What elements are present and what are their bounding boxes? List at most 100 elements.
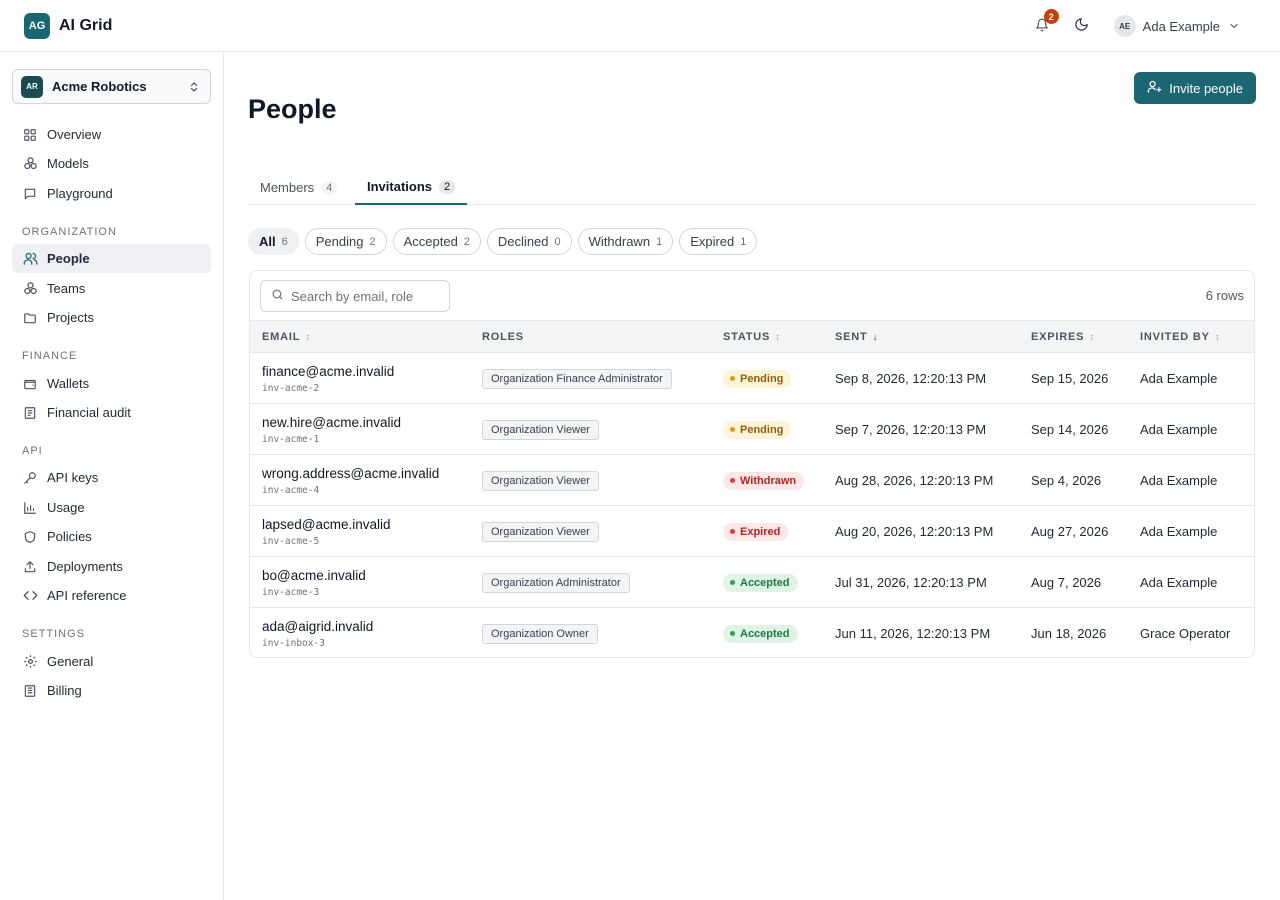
roles-cell: Organization Owner [482, 608, 598, 657]
org-switcher[interactable]: AR Acme Robotics [12, 69, 211, 104]
status-label: Pending [740, 372, 784, 385]
sidebar-item-people[interactable]: People [12, 244, 211, 273]
invite-email: finance@acme.invalid [262, 363, 395, 379]
table-row[interactable]: bo@acme.invalid inv-acme-3 Organization Ad… [250, 557, 1254, 608]
notification-count-badge: 2 [1043, 9, 1059, 24]
notifications-button[interactable]: 2 [1032, 9, 1059, 36]
nav-section-organization: ORGANIZATION [22, 226, 117, 238]
sidebar-item-usage[interactable]: Usage [12, 493, 211, 522]
filter-all[interactable]: All 6 [248, 228, 299, 255]
column-label: INVITED BY [1140, 331, 1210, 343]
column-label: STATUS [723, 331, 771, 343]
table-row[interactable]: new.hire@acme.invalid inv-acme-1 Organizat… [250, 404, 1254, 455]
filter-count: 2 [463, 235, 470, 248]
tab-label: Invitations [367, 179, 433, 194]
filter-pending[interactable]: Pending 2 [304, 228, 387, 255]
tab-invitations[interactable]: Invitations 2 [355, 170, 468, 205]
sort-icon: ↕ [775, 331, 781, 343]
sidebar-item-financial-audit[interactable]: Financial audit [12, 398, 211, 427]
sidebar-item-teams[interactable]: Teams [12, 274, 211, 303]
sidebar-item-label: Wallets [47, 376, 90, 391]
filter-declined[interactable]: Declined 0 [486, 228, 572, 255]
grid-icon [22, 127, 38, 143]
chat-icon [22, 186, 38, 202]
column-header-expires[interactable]: EXPIRES ↕ [1031, 321, 1095, 353]
models-icon [22, 156, 38, 172]
search-input[interactable] [291, 288, 441, 304]
tab-label: Members [260, 180, 315, 195]
tab-members[interactable]: Members 4 [248, 170, 349, 205]
status-dot [730, 580, 735, 585]
sidebar-item-label: Policies [47, 529, 92, 544]
status-dot [730, 631, 735, 636]
role-tag: Organization Owner [482, 623, 598, 644]
status-label: Accepted [740, 627, 790, 640]
invite-id: inv-inbox-3 [262, 637, 325, 649]
sidebar-item-api-keys[interactable]: API keys [12, 463, 211, 492]
status-cell: Expired [723, 506, 789, 557]
theme-toggle[interactable] [1072, 16, 1092, 36]
expires-cell: Sep 4, 2026 [1031, 473, 1102, 488]
status-badge: Pending [723, 369, 792, 388]
status-cell: Accepted [723, 608, 798, 657]
sidebar-item-policies[interactable]: Policies [12, 522, 211, 551]
invite-people-button[interactable]: Invite people [1134, 72, 1256, 104]
search-icon [271, 288, 284, 304]
column-label: EMAIL [262, 331, 301, 343]
table-row[interactable]: ada@aigrid.invalid inv-inbox-3 Organizatio… [250, 608, 1254, 657]
column-header-sent[interactable]: SENT ↓ [835, 321, 878, 353]
wallet-icon [22, 376, 38, 392]
column-header-status[interactable]: STATUS ↕ [723, 321, 781, 353]
chart-icon [22, 500, 38, 516]
invite-email: bo@acme.invalid [262, 567, 366, 583]
teams-icon [22, 281, 38, 297]
status-label: Withdrawn [740, 474, 797, 487]
status-label: Expired [740, 525, 781, 538]
sidebar-item-billing[interactable]: Billing [12, 676, 211, 705]
audit-icon [22, 405, 38, 421]
org-name: Acme Robotics [52, 79, 147, 94]
filter-count: 2 [369, 235, 376, 248]
page-title: People [248, 94, 337, 124]
tabs: Members 4 Invitations 2 [248, 170, 1256, 205]
table-row[interactable]: lapsed@acme.invalid inv-acme-5 Organizatio… [250, 506, 1254, 557]
column-header-email[interactable]: EMAIL ↕ [262, 321, 311, 353]
sidebar-item-models[interactable]: Models [12, 149, 211, 178]
nav-section-settings: SETTINGS [22, 628, 86, 640]
user-name: Ada Example [1142, 18, 1220, 34]
column-header-invited-by[interactable]: INVITED BY ↕ [1140, 321, 1221, 353]
sidebar-item-overview[interactable]: Overview [12, 120, 211, 149]
sent-cell: Sep 7, 2026, 12:20:13 PM [835, 422, 987, 437]
invite-id: inv-acme-2 [262, 382, 320, 394]
sidebar-item-wallets[interactable]: Wallets [12, 369, 211, 398]
brand-logo: AG [24, 12, 50, 39]
invite-id: inv-acme-4 [262, 484, 320, 496]
filter-expired[interactable]: Expired 1 [679, 228, 758, 255]
filter-accepted[interactable]: Accepted 2 [392, 228, 481, 255]
roles-cell: Organization Viewer [482, 404, 599, 455]
invite-email: lapsed@acme.invalid [262, 516, 391, 532]
sidebar-item-label: Deployments [47, 559, 123, 574]
sidebar-item-api-reference[interactable]: API reference [12, 581, 211, 610]
sent-cell: Jul 31, 2026, 12:20:13 PM [835, 575, 987, 590]
filter-withdrawn[interactable]: Withdrawn 1 [577, 228, 674, 255]
sidebar-item-playground[interactable]: Playground [12, 179, 211, 208]
search-box[interactable] [260, 280, 450, 312]
invited-by-cell: Ada Example [1140, 575, 1218, 590]
sidebar-item-label: Projects [47, 310, 94, 325]
column-header-roles: ROLES [482, 321, 524, 353]
sent-cell: Sep 8, 2026, 12:20:13 PM [835, 371, 987, 386]
table-row[interactable]: finance@acme.invalid inv-acme-2 Organizati… [250, 353, 1254, 404]
chevron-updown-icon [188, 80, 200, 97]
brand[interactable]: AG AI Grid [24, 12, 112, 39]
sidebar-item-projects[interactable]: Projects [12, 303, 211, 332]
filter-label: Accepted [403, 234, 458, 249]
sidebar-item-deployments[interactable]: Deployments [12, 552, 211, 581]
user-menu[interactable]: AE Ada Example [1113, 15, 1240, 37]
column-label: EXPIRES [1031, 331, 1085, 343]
tab-count: 2 [439, 179, 456, 194]
filter-label: Declined [497, 234, 549, 249]
sidebar-item-general[interactable]: General [12, 647, 211, 676]
expires-cell: Jun 18, 2026 [1031, 626, 1107, 641]
table-row[interactable]: wrong.address@acme.invalid inv-acme-4 Orga… [250, 455, 1254, 506]
